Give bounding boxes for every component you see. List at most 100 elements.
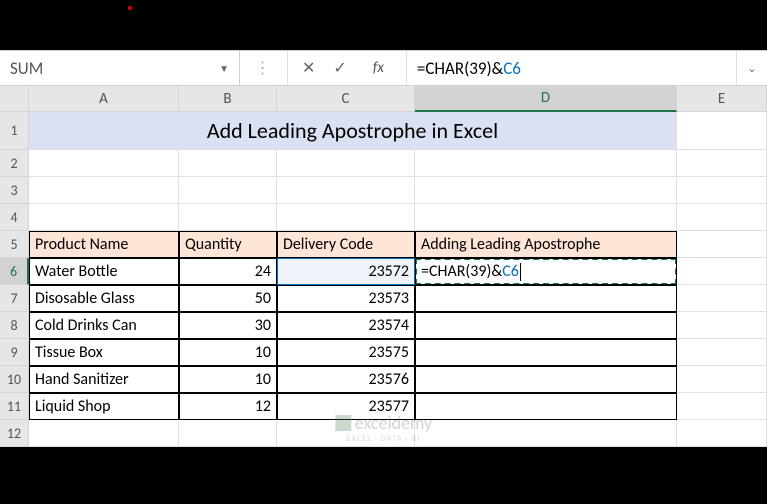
name-box-dropdown-icon[interactable]: ▼	[219, 62, 229, 75]
col-header-E[interactable]: E	[677, 86, 767, 112]
cell-D12[interactable]	[415, 420, 677, 447]
cell-B9[interactable]: 10	[179, 339, 277, 366]
grid-area: A B C D E Add Leading Apostrophe in Exce…	[29, 86, 767, 447]
cell-C8[interactable]: 23574	[277, 312, 415, 339]
formula-controls: ✕ ✓ fx	[288, 51, 407, 85]
cell-D10[interactable]	[415, 366, 677, 393]
cell-E3[interactable]	[677, 177, 767, 204]
expand-formula-bar-button[interactable]: ⌄	[737, 51, 767, 85]
cell-E5[interactable]	[677, 231, 767, 258]
row-header-1[interactable]: 1	[0, 112, 29, 150]
col-header-A[interactable]: A	[29, 86, 179, 112]
cell-A8[interactable]: Cold Drinks Can	[29, 312, 179, 339]
row-header-5[interactable]: 5	[0, 231, 29, 258]
row-header-4[interactable]: 4	[0, 204, 29, 231]
column-headers: A B C D E	[29, 86, 767, 112]
cell-A12[interactable]	[29, 420, 179, 447]
cell-C6[interactable]: 23572	[277, 258, 415, 285]
cell-d6-prefix: =CHAR(39)&	[421, 262, 502, 281]
formula-bar-input[interactable]: =CHAR(39)&C6	[407, 51, 737, 85]
cell-C4[interactable]	[277, 204, 415, 231]
row-1: Add Leading Apostrophe in Excel	[29, 112, 767, 150]
cell-C7[interactable]: 23573	[277, 285, 415, 312]
cell-D6-formula: =CHAR(39)&C6	[421, 262, 521, 281]
cell-C3[interactable]	[277, 177, 415, 204]
cell-B11[interactable]: 12	[179, 393, 277, 420]
header-apostrophe[interactable]: Adding Leading Apostrophe	[415, 231, 677, 258]
cell-B3[interactable]	[179, 177, 277, 204]
cell-D9[interactable]	[415, 339, 677, 366]
cell-E10[interactable]	[677, 366, 767, 393]
cell-A10[interactable]: Hand Sanitizer	[29, 366, 179, 393]
row-header-11[interactable]: 11	[0, 393, 29, 420]
cell-E1[interactable]	[677, 112, 767, 150]
cell-C9[interactable]: 23575	[277, 339, 415, 366]
row-header-12[interactable]: 12	[0, 420, 29, 447]
cell-B6[interactable]: 24	[179, 258, 277, 285]
row-header-2[interactable]: 2	[0, 150, 29, 177]
cell-A2[interactable]	[29, 150, 179, 177]
header-delivery-code[interactable]: Delivery Code	[277, 231, 415, 258]
cell-A6[interactable]: Water Bottle	[29, 258, 179, 285]
row-2	[29, 150, 767, 177]
cell-D3[interactable]	[415, 177, 677, 204]
cell-A9[interactable]: Tissue Box	[29, 339, 179, 366]
row-5: Product Name Quantity Delivery Code Addi…	[29, 231, 767, 258]
cell-C11[interactable]: 23577	[277, 393, 415, 420]
cell-A11[interactable]: Liquid Shop	[29, 393, 179, 420]
cell-E7[interactable]	[677, 285, 767, 312]
row-header-8[interactable]: 8	[0, 312, 29, 339]
cell-D6-editing[interactable]: =CHAR(39)&C6	[415, 258, 677, 285]
cell-A7[interactable]: Disosable Glass	[29, 285, 179, 312]
cell-C10[interactable]: 23576	[277, 366, 415, 393]
cell-B12[interactable]	[179, 420, 277, 447]
enter-formula-button[interactable]: ✓	[333, 58, 346, 78]
name-box[interactable]: SUM ▼	[0, 51, 240, 85]
header-quantity[interactable]: Quantity	[179, 231, 277, 258]
row-header-3[interactable]: 3	[0, 177, 29, 204]
cell-E2[interactable]	[677, 150, 767, 177]
cell-B10[interactable]: 10	[179, 366, 277, 393]
cell-B2[interactable]	[179, 150, 277, 177]
row-header-10[interactable]: 10	[0, 366, 29, 393]
title-cell[interactable]: Add Leading Apostrophe in Excel	[29, 112, 677, 150]
cell-D11[interactable]	[415, 393, 677, 420]
cell-E4[interactable]	[677, 204, 767, 231]
red-marker	[128, 6, 132, 10]
row-header-6[interactable]: 6	[0, 258, 29, 285]
cell-E11[interactable]	[677, 393, 767, 420]
cell-B8[interactable]: 30	[179, 312, 277, 339]
row-10: Hand Sanitizer 10 23576	[29, 366, 767, 393]
cell-C2[interactable]	[277, 150, 415, 177]
cell-E9[interactable]	[677, 339, 767, 366]
select-all-corner[interactable]	[0, 86, 29, 112]
cell-d6-ref: C6	[502, 262, 519, 281]
col-header-D[interactable]: D	[415, 86, 677, 112]
row-8: Cold Drinks Can 30 23574	[29, 312, 767, 339]
cancel-formula-button[interactable]: ✕	[302, 58, 315, 78]
cell-C6-value: 23572	[368, 262, 409, 281]
fx-icon[interactable]: fx	[365, 59, 392, 77]
cell-D2[interactable]	[415, 150, 677, 177]
cell-D7[interactable]	[415, 285, 677, 312]
col-header-B[interactable]: B	[179, 86, 277, 112]
header-product[interactable]: Product Name	[29, 231, 179, 258]
cell-D4[interactable]	[415, 204, 677, 231]
cell-B4[interactable]	[179, 204, 277, 231]
spreadsheet-container: SUM ▼ ⋮ ✕ ✓ fx =CHAR(39)&C6 ⌄ 1 2 3 4 5 …	[0, 50, 767, 447]
formula-bar-text-ref: C6	[503, 58, 521, 79]
row-header-9[interactable]: 9	[0, 339, 29, 366]
cell-E8[interactable]	[677, 312, 767, 339]
cell-C12[interactable]	[277, 420, 415, 447]
row-4	[29, 204, 767, 231]
col-header-C[interactable]: C	[277, 86, 415, 112]
row-headers: 1 2 3 4 5 6 7 8 9 10 11 12	[0, 86, 29, 447]
cell-B7[interactable]: 50	[179, 285, 277, 312]
cell-A3[interactable]	[29, 177, 179, 204]
cell-D8[interactable]	[415, 312, 677, 339]
cell-E12[interactable]	[677, 420, 767, 447]
cell-A4[interactable]	[29, 204, 179, 231]
top-black-bar	[0, 0, 767, 50]
cell-E6[interactable]	[677, 258, 767, 285]
row-header-7[interactable]: 7	[0, 285, 29, 312]
